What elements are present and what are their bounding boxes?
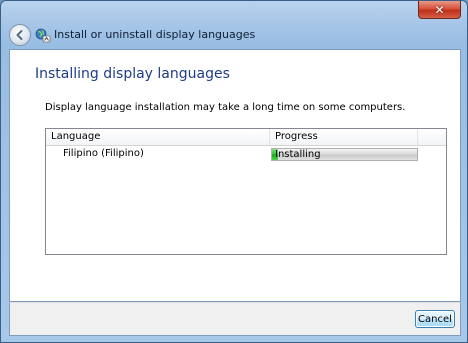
progress-bar: Installing bbox=[271, 148, 418, 161]
list-header: Language Progress bbox=[46, 129, 446, 146]
page-title: Installing display languages bbox=[35, 66, 230, 82]
navigation-bar: Install or uninstall display languages bbox=[2, 22, 467, 48]
column-header-filler bbox=[418, 129, 446, 145]
column-header-progress[interactable]: Progress bbox=[270, 129, 418, 145]
progress-status: Installing bbox=[275, 149, 321, 160]
window-title: Install or uninstall display languages bbox=[54, 28, 256, 41]
dialog-window: ✕ Install or uninstall display languages… bbox=[0, 0, 468, 343]
footer-bar: Cancel bbox=[9, 302, 461, 336]
column-header-language[interactable]: Language bbox=[46, 129, 270, 145]
description-text: Display language installation may take a… bbox=[45, 102, 406, 113]
language-name: Filipino (Filipino) bbox=[63, 148, 144, 159]
content-panel: Installing display languages Display lan… bbox=[9, 49, 461, 302]
close-icon: ✕ bbox=[434, 2, 445, 17]
list-item[interactable]: Filipino (Filipino) Installing bbox=[46, 147, 446, 163]
close-button[interactable]: ✕ bbox=[418, 1, 461, 19]
back-arrow-icon bbox=[16, 30, 23, 40]
language-icon bbox=[35, 28, 51, 43]
cancel-button[interactable]: Cancel bbox=[415, 310, 455, 328]
back-button[interactable] bbox=[9, 24, 31, 46]
language-list[interactable]: Language Progress Filipino (Filipino) In… bbox=[45, 128, 447, 255]
